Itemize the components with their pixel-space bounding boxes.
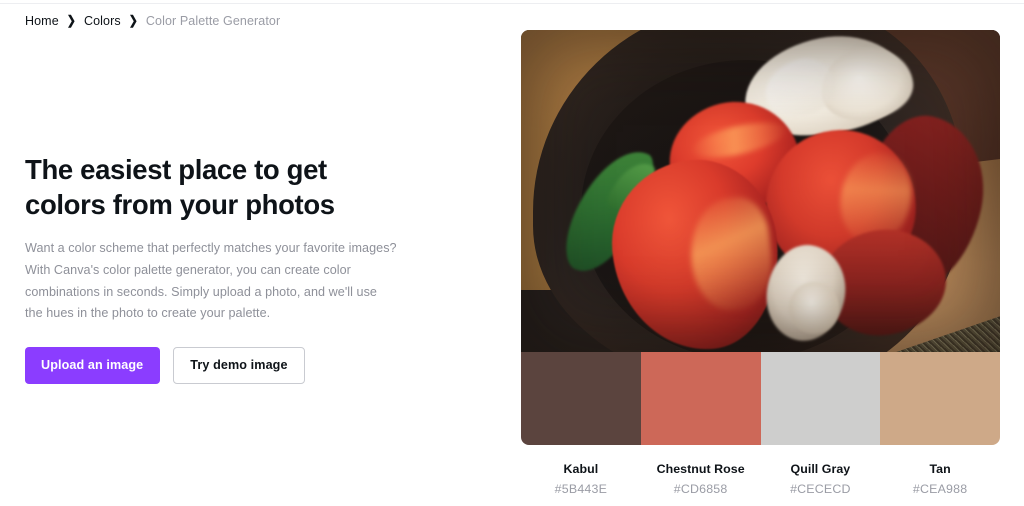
palette-label: Tan #CEA988 — [880, 462, 1000, 497]
palette-labels: Kabul #5B443E Chestnut Rose #CD6858 Quil… — [521, 462, 1000, 497]
upload-an-image-button[interactable]: Upload an image — [25, 347, 161, 384]
photo-vignette — [521, 30, 1000, 352]
palette-label: Chestnut Rose #CD6858 — [641, 462, 761, 497]
palette-color-name: Kabul — [563, 462, 599, 476]
palette-color-name: Quill Gray — [790, 462, 851, 476]
palette-preview-card — [521, 30, 1000, 445]
palette-color-name: Tan — [929, 462, 951, 476]
palette-color-hex[interactable]: #CEA988 — [880, 482, 1000, 496]
palette-label: Kabul #5B443E — [521, 462, 641, 497]
hero-description: Want a color scheme that perfectly match… — [25, 241, 397, 321]
hero-actions: Upload an image Try demo image — [25, 347, 445, 384]
palette-color-name: Chestnut Rose — [656, 462, 745, 476]
chevron-right-icon: ❯ — [128, 13, 138, 28]
palette-color-hex[interactable]: #5B443E — [521, 482, 641, 496]
hero-section: The easiest place to get colors from you… — [25, 152, 445, 384]
tulip-photo — [521, 30, 1000, 352]
palette-swatch[interactable] — [880, 352, 1000, 445]
breadcrumb-item-home[interactable]: Home — [25, 15, 59, 28]
palette-swatch[interactable] — [760, 352, 881, 445]
chevron-right-icon: ❯ — [66, 13, 76, 28]
palette-swatch[interactable] — [640, 352, 761, 445]
palette-swatches — [521, 352, 1000, 445]
breadcrumb-item-colors[interactable]: Colors — [84, 15, 121, 28]
breadcrumb: Home ❯ Colors ❯ Color Palette Generator — [25, 13, 281, 28]
breadcrumb-item-current: Color Palette Generator — [145, 14, 281, 28]
palette-swatch[interactable] — [521, 352, 641, 445]
page-root: Home ❯ Colors ❯ Color Palette Generator … — [0, 0, 1024, 506]
try-demo-image-button[interactable]: Try demo image — [173, 347, 305, 384]
palette-color-hex[interactable]: #CD6858 — [641, 482, 761, 496]
palette-label: Quill Gray #CECECD — [761, 462, 881, 497]
page-title: The easiest place to get colors from you… — [25, 154, 335, 221]
palette-color-hex[interactable]: #CECECD — [761, 482, 881, 496]
header-divider — [0, 3, 1024, 4]
